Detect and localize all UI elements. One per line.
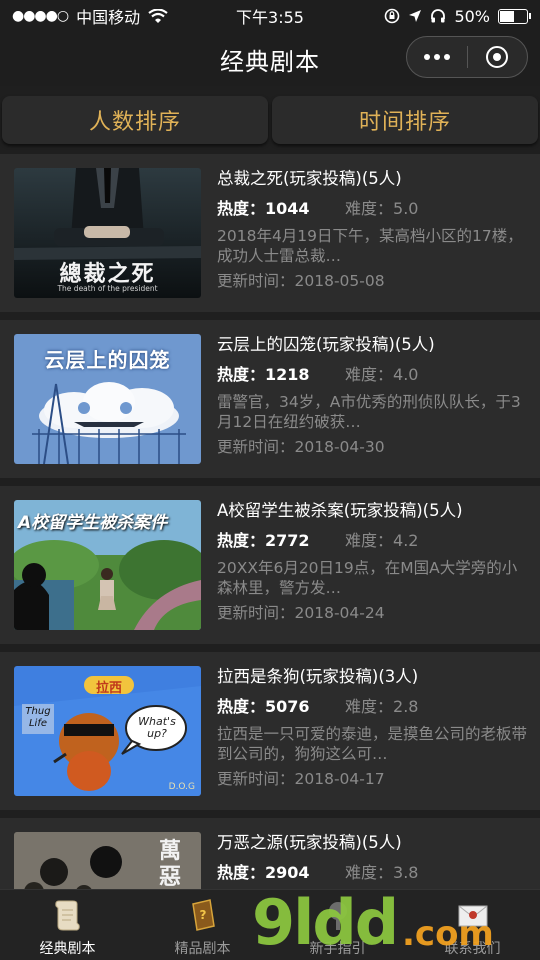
tab-label: 经典剧本 — [39, 941, 96, 957]
hot-value: 2772 — [265, 531, 310, 550]
difficulty-value: 4.2 — [393, 531, 419, 550]
script-description: 2018年4月19日下午，某高档小区的17楼，成功人士雷总裁… — [217, 227, 523, 265]
difficulty-value: 2.8 — [393, 697, 419, 716]
script-list: 總裁之死 The death of the president 总裁之死(玩家投… — [0, 154, 540, 890]
difficulty-value: 5.0 — [393, 199, 419, 218]
script-cover-image: 云层上的囚笼 — [14, 334, 201, 464]
tab-label: 联系我们 — [444, 941, 501, 957]
script-card[interactable]: A校留学生被杀案件 A校留学生被杀案(玩家投稿)(5人) 热度：2772 难度：… — [0, 486, 540, 644]
hot-label: 热度： — [217, 697, 266, 716]
difficulty-value: 3.8 — [393, 863, 419, 882]
script-cover-image: A校留学生被杀案件 — [14, 500, 201, 630]
headphones-icon — [431, 9, 446, 23]
script-cover-image: 總裁之死 The death of the president — [14, 168, 201, 298]
cover-corner: D.O.G — [168, 782, 195, 792]
difficulty-value: 4.0 — [393, 365, 419, 384]
update-time: 更新时间：2018-05-08 — [217, 272, 385, 290]
difficulty-label: 难度： — [345, 365, 394, 384]
close-miniprogram-button[interactable] — [468, 37, 528, 77]
hot-value: 1044 — [265, 199, 310, 218]
update-time: 更新时间：2018-04-30 — [217, 438, 385, 456]
nav-bar: 经典剧本 — [0, 32, 540, 86]
envelope-icon — [456, 898, 490, 932]
difficulty-label: 难度： — [345, 531, 394, 550]
sort-by-time-button[interactable]: 时间排序 — [272, 96, 538, 144]
script-title: 云层上的囚笼(玩家投稿)(5人) — [217, 335, 435, 354]
battery-icon — [498, 8, 531, 24]
script-title: 总裁之死(玩家投稿)(5人) — [217, 169, 402, 188]
script-title: 拉西是条狗(玩家投稿)(3人) — [217, 667, 419, 686]
tab-premium-scripts[interactable]: ? 精品剧本 — [135, 890, 270, 960]
battery-percent: 50% — [454, 6, 490, 26]
tab-label: 精品剧本 — [174, 941, 231, 957]
script-description: 20XX年6月20日19点，在M国A大学旁的小森林里，警方发… — [217, 559, 518, 597]
script-card[interactable]: 萬惡 万恶之源(玩家投稿)(5人) 热度：2904 难度：3.8 — [0, 818, 540, 890]
carrier-name: 中国移动 — [76, 8, 141, 27]
status-bar: ●●●●○ 中国移动 下午3:55 50% — [0, 0, 540, 32]
cover-subtitle: The death of the president — [57, 284, 158, 293]
script-cover-image: 萬惡 — [14, 832, 201, 890]
hot-value: 5076 — [265, 697, 310, 716]
tab-beginner-guide[interactable]: 新手指引 — [270, 890, 405, 960]
svg-text:?: ? — [199, 908, 206, 922]
location-icon — [409, 10, 422, 22]
target-icon — [486, 46, 509, 68]
update-time: 更新时间：2018-04-17 — [217, 770, 385, 788]
script-card[interactable]: 拉西 What's up? Thug Life D.O.G 拉西是条狗(玩家投稿… — [0, 652, 540, 810]
cover-title: A校留学生被杀案件 — [18, 513, 168, 533]
hot-value: 2904 — [265, 863, 310, 882]
rotation-lock-icon — [385, 8, 400, 24]
sort-by-count-button[interactable]: 人数排序 — [2, 96, 268, 144]
scroll-icon — [51, 898, 85, 932]
script-title: 万恶之源(玩家投稿)(5人) — [217, 833, 402, 852]
hot-label: 热度： — [217, 863, 266, 882]
hot-label: 热度： — [217, 199, 266, 218]
cover-speech-bubble: What's up? — [138, 715, 176, 740]
tab-label: 新手指引 — [309, 941, 366, 957]
hot-label: 热度： — [217, 531, 266, 550]
more-button[interactable] — [407, 37, 467, 77]
tab-contact-us[interactable]: 联系我们 — [405, 890, 540, 960]
script-card[interactable]: 云层上的囚笼 云层上的囚笼(玩家投稿)(5人) 热度：1218 难度：4.0 雷… — [0, 320, 540, 478]
cover-title: 萬惡 — [159, 838, 182, 890]
script-description: 雷警官，34岁，A市优秀的刑侦队队长，于3月12日在纽约破获… — [217, 393, 521, 431]
signal-icon: ●●●●○ — [12, 8, 69, 24]
tab-classic-scripts[interactable]: 经典剧本 — [0, 890, 135, 960]
guide-icon — [321, 898, 355, 932]
tab-bar: 经典剧本 ? 精品剧本 新手指引 联系我们 — [0, 889, 540, 960]
status-time: 下午3:55 — [236, 8, 304, 27]
wifi-icon — [148, 9, 168, 23]
difficulty-label: 难度： — [345, 697, 394, 716]
cover-title: 拉西 — [95, 681, 122, 696]
script-card[interactable]: 總裁之死 The death of the president 总裁之死(玩家投… — [0, 154, 540, 312]
more-dots-icon — [423, 54, 450, 60]
difficulty-label: 难度： — [345, 863, 394, 882]
hot-label: 热度： — [217, 365, 266, 384]
difficulty-label: 难度： — [345, 199, 394, 218]
miniprogram-capsule — [406, 36, 528, 78]
update-time: 更新时间：2018-04-24 — [217, 604, 385, 622]
script-cover-image: 拉西 What's up? Thug Life D.O.G — [14, 666, 201, 796]
script-description: 拉西是一只可爱的泰迪，是摸鱼公司的老板带到公司的，狗狗这么可… — [217, 725, 528, 763]
book-icon: ? — [186, 898, 220, 932]
page-title: 经典剧本 — [220, 47, 320, 76]
cover-title: 云层上的囚笼 — [44, 348, 171, 372]
hot-value: 1218 — [265, 365, 310, 384]
cover-sign: Thug Life — [25, 706, 51, 729]
sort-bar: 人数排序 时间排序 — [0, 96, 540, 144]
script-title: A校留学生被杀案(玩家投稿)(5人) — [217, 501, 463, 520]
